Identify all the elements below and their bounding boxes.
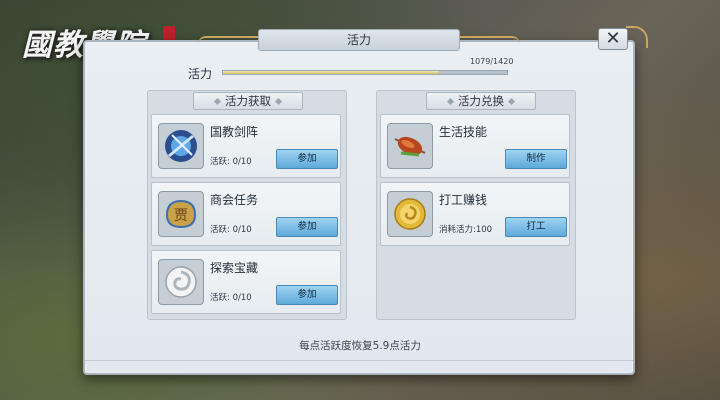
exchange-name: 打工赚钱 xyxy=(439,193,488,207)
vitality-bar xyxy=(222,70,508,75)
diamond-icon xyxy=(446,97,455,106)
title-ornament-left xyxy=(198,36,258,44)
merchant-seal-icon: 贾 xyxy=(158,191,204,237)
gain-section-title: 活力获取 xyxy=(193,92,303,110)
vitality-label: 活力 xyxy=(188,67,213,81)
join-button[interactable]: 参加 xyxy=(276,285,338,305)
exchange-card-life-skill: 生活技能 制作 xyxy=(380,114,570,178)
panel-bottom-ornament xyxy=(85,360,633,374)
gold-coin-icon xyxy=(387,191,433,237)
activity-name: 探索宝藏 xyxy=(210,261,259,275)
close-button[interactable]: ✕ xyxy=(598,28,628,50)
sword-formation-icon xyxy=(158,123,204,169)
exchange-card-work: 打工赚钱 消耗活力:100 打工 xyxy=(380,182,570,246)
diamond-icon xyxy=(213,97,222,106)
close-icon: ✕ xyxy=(605,28,621,49)
spend-section-title: 活力兑换 xyxy=(426,92,536,110)
window-title: 活力 xyxy=(258,29,460,51)
close-ornament xyxy=(626,26,648,48)
diamond-icon xyxy=(507,97,516,106)
activity-card-merchant-task: 贾 商会任务 活跃: 0/10 参加 xyxy=(151,182,341,246)
work-button[interactable]: 打工 xyxy=(505,217,567,237)
activity-progress: 活跃: 0/10 xyxy=(210,157,252,167)
exchange-name: 生活技能 xyxy=(439,125,488,139)
title-ornament-right xyxy=(460,36,520,44)
activity-card-sword-array: 国教剑阵 活跃: 0/10 参加 xyxy=(151,114,341,178)
treasure-swirl-icon xyxy=(158,259,204,305)
vitality-bar-fill xyxy=(223,71,439,74)
roast-meat-icon xyxy=(387,123,433,169)
svg-text:贾: 贾 xyxy=(174,208,188,224)
activity-progress: 活跃: 0/10 xyxy=(210,293,252,303)
diamond-icon xyxy=(274,97,283,106)
activity-name: 国教剑阵 xyxy=(210,125,259,139)
join-button[interactable]: 参加 xyxy=(276,149,338,169)
exchange-cost: 消耗活力:100 xyxy=(439,225,493,235)
join-button[interactable]: 参加 xyxy=(276,217,338,237)
recovery-note: 每点活跃度恢复5.9点活力 xyxy=(299,340,421,352)
activity-progress: 活跃: 0/10 xyxy=(210,225,252,235)
activity-name: 商会任务 xyxy=(210,193,259,207)
activity-card-treasure-explore: 探索宝藏 活跃: 0/10 参加 xyxy=(151,250,341,314)
craft-button[interactable]: 制作 xyxy=(505,149,567,169)
vitality-value: 1079/1420 xyxy=(470,57,514,66)
